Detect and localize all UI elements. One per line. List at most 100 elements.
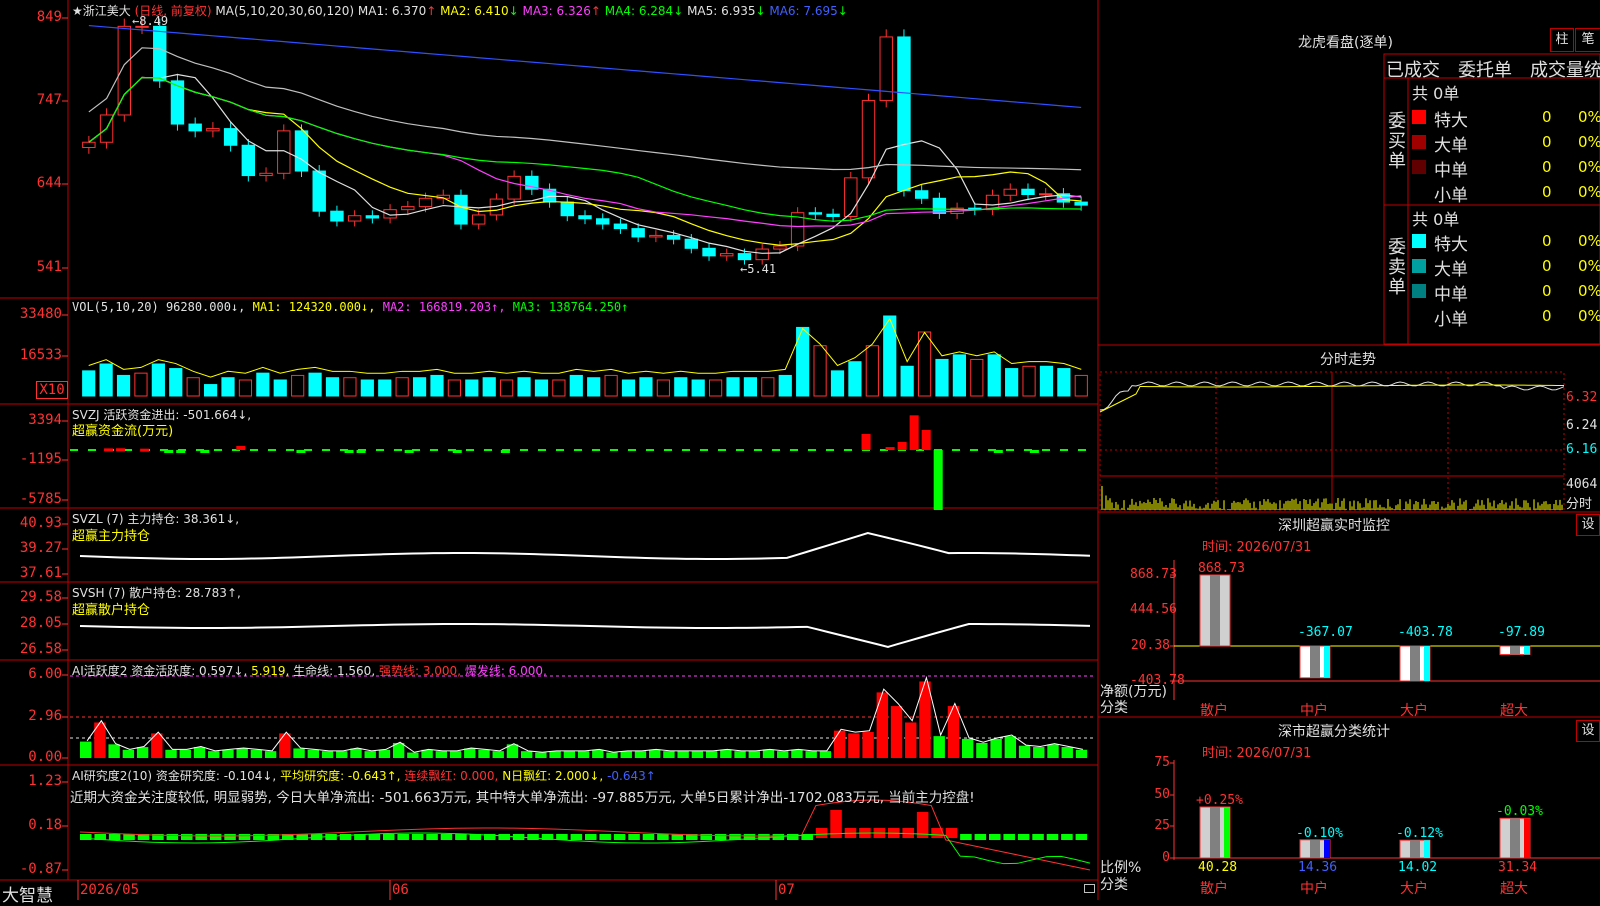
- sell-row-label: 小单: [1434, 310, 1468, 330]
- tab-filled-label: 已成交: [1386, 60, 1440, 81]
- active-bar: [193, 747, 206, 758]
- candle[interactable]: [826, 208, 840, 222]
- candle[interactable]: [365, 210, 380, 224]
- sz-bar-category: 中户: [1300, 703, 1328, 719]
- active-bar: [577, 751, 590, 758]
- active-bar: [478, 749, 490, 758]
- buy-row-label: 特大: [1434, 111, 1468, 131]
- candle[interactable]: [1021, 183, 1035, 201]
- sell-total: 共 0单: [1412, 210, 1460, 229]
- active-bar: [293, 748, 305, 758]
- intraday-axis-1: 6.24: [1566, 418, 1598, 433]
- candle[interactable]: [542, 183, 557, 208]
- candle[interactable]: [702, 243, 716, 261]
- candle[interactable]: [808, 207, 823, 220]
- volume-header: VOL(5,10,20) 96280.000↓, MA1: 124320.000…: [72, 300, 628, 316]
- buy-row-label: 中单: [1434, 161, 1468, 181]
- ai-research-summary: 近期大资金关注度较低, 明显弱势, 今日大单净流出: -501.663万元, 其…: [70, 790, 975, 806]
- buy-orders-label: 委买单: [1388, 111, 1406, 172]
- candle[interactable]: [649, 230, 663, 243]
- volume-bar: [883, 315, 897, 397]
- candle[interactable]: [596, 213, 610, 230]
- research-bar: [1075, 834, 1088, 840]
- sz-bar-value: -97.89: [1498, 625, 1545, 640]
- ma-value-3: MA3: 6.326: [518, 4, 591, 18]
- candle[interactable]: [897, 29, 911, 197]
- sz-settings-button[interactable]: 设: [1576, 514, 1600, 536]
- research-bar: [440, 834, 453, 840]
- ss-bar: [1399, 839, 1431, 859]
- active-bar: [549, 751, 561, 758]
- candle[interactable]: [720, 248, 734, 261]
- volume-bar: [1074, 374, 1088, 397]
- intraday-vol-axis-1: 分时: [1566, 497, 1593, 512]
- research-bar: [585, 834, 597, 840]
- volume-bar: [1022, 365, 1036, 397]
- active-bar: [691, 751, 704, 758]
- active-bar: [734, 751, 746, 758]
- candle[interactable]: [330, 205, 344, 227]
- svzj-bar: [909, 415, 919, 450]
- candle[interactable]: [347, 210, 362, 227]
- candle[interactable]: [861, 93, 876, 184]
- active-bar: [122, 749, 135, 758]
- research-bar: [296, 834, 308, 840]
- volume-bar: [378, 379, 392, 397]
- candle[interactable]: [844, 171, 858, 222]
- volume-bar: [360, 379, 374, 397]
- ma-list: MA1: 6.370↑ MA2: 6.410↓ MA3: 6.326↑ MA4:…: [358, 4, 848, 18]
- candle[interactable]: [932, 192, 947, 219]
- candle[interactable]: [879, 29, 893, 108]
- candle[interactable]: [1039, 188, 1053, 201]
- research-bar: [224, 834, 236, 840]
- volume-bar: [1005, 368, 1019, 397]
- candle[interactable]: [277, 124, 291, 180]
- chart-canvas[interactable]: [0, 0, 1600, 900]
- active-bar: [1047, 744, 1059, 758]
- candle[interactable]: [985, 189, 1000, 216]
- volume-bar: [151, 363, 165, 397]
- candle[interactable]: [1003, 183, 1017, 201]
- volume-bar: [238, 379, 253, 397]
- tab-orders[interactable]: 委托单: [1458, 56, 1512, 82]
- tab-volume-stats[interactable]: 成交量统计: [1530, 56, 1600, 82]
- candle[interactable]: [294, 124, 309, 178]
- ai-research-avg: 平均研究度: -0.643↑,: [280, 769, 401, 783]
- candle[interactable]: [471, 209, 486, 230]
- active-bar: [876, 692, 888, 758]
- svzj-bar: [344, 450, 354, 453]
- candle[interactable]: [259, 167, 273, 182]
- ss-settings-button[interactable]: 设: [1576, 720, 1600, 742]
- candle[interactable]: [773, 240, 787, 255]
- active-bar: [421, 749, 433, 758]
- svzj-bar: [116, 448, 126, 452]
- ai-active-burst: 爆发线: 6.000,: [464, 664, 547, 678]
- bar-mode-button[interactable]: 柱: [1550, 28, 1574, 52]
- tab-filled[interactable]: 已成交: [1386, 56, 1440, 82]
- candle[interactable]: [241, 138, 256, 182]
- ma-line-6: [88, 24, 1082, 109]
- lock-icon[interactable]: [1084, 884, 1095, 893]
- candle[interactable]: [613, 218, 628, 234]
- candle[interactable]: [170, 73, 185, 131]
- volume-bar: [343, 377, 357, 397]
- ss-bar: [1299, 839, 1331, 859]
- candle[interactable]: [188, 117, 202, 138]
- candle[interactable]: [578, 210, 592, 225]
- pen-mode-button[interactable]: 笔: [1575, 28, 1600, 52]
- svzl-axis-label: 40.93: [19, 515, 62, 531]
- ma-value-6: MA6: 7.695: [765, 4, 838, 18]
- sell-row-color-swatch: [1412, 259, 1426, 273]
- candle[interactable]: [507, 170, 521, 205]
- candle[interactable]: [525, 170, 539, 195]
- active-bar: [748, 751, 760, 758]
- research-bar: [1003, 834, 1015, 840]
- candle[interactable]: [914, 184, 929, 204]
- candle[interactable]: [560, 196, 574, 222]
- candle[interactable]: [454, 189, 468, 230]
- volume-bar: [169, 368, 183, 397]
- active-bar: [848, 733, 860, 758]
- candle[interactable]: [206, 122, 220, 138]
- volume-bar: [726, 377, 740, 397]
- candle[interactable]: [117, 18, 131, 122]
